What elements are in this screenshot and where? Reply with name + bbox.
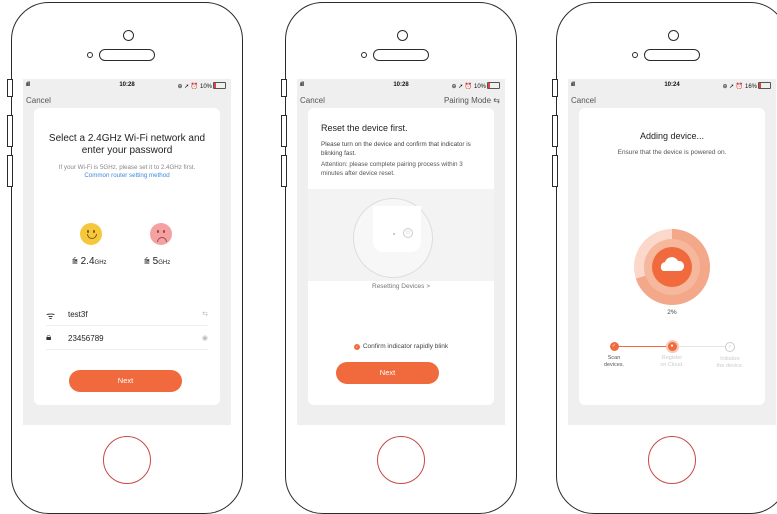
volume-down-button: [7, 155, 13, 187]
screen-adding-device: ıll 10:24 ⊕ ➚ ⏰ 16% Cancel Adding device…: [568, 79, 776, 425]
phone-frame-2: ıll 10:28 ⊕ ➚ ⏰ 10% Cancel Pairing Mode …: [281, 2, 517, 514]
screen-wifi-setup: ıll 10:28 ⊕ ➚ ⏰ 10% Cancel Select a 2.4G…: [23, 79, 231, 425]
adding-card: Adding device... Ensure that the device …: [579, 108, 765, 405]
switch-network-icon[interactable]: ⇆: [202, 310, 208, 318]
sad-face-icon: [150, 223, 172, 245]
next-button[interactable]: Next: [336, 362, 439, 384]
volume-up-button: [281, 115, 287, 147]
router-icon: ⩭: [144, 256, 153, 267]
device-image: ⏻: [373, 206, 421, 252]
power-icon: ⏻: [403, 228, 413, 238]
phone-frame-3: ıll 10:24 ⊕ ➚ ⏰ 16% Cancel Adding device…: [552, 2, 777, 514]
status-indicators: ⊕ ➚ ⏰ 16%: [722, 82, 771, 90]
router-setting-link[interactable]: Common router setting method: [34, 172, 220, 179]
step-register: ● Register on Cloud.: [660, 342, 684, 368]
band-5ghz: ⩭ 5GHz: [144, 256, 171, 267]
sensor: [87, 52, 93, 58]
progress-ring: [634, 229, 710, 305]
band-2-4ghz: ⩭ 2.4GHz: [72, 256, 107, 267]
battery-icon: [213, 82, 226, 89]
home-button[interactable]: [377, 436, 425, 484]
volume-down-button: [552, 155, 558, 187]
mute-switch: [281, 79, 287, 97]
pairing-mode-button[interactable]: Pairing Mode ⇆: [444, 96, 500, 105]
ssid-value: test3f: [68, 310, 88, 319]
wifi-icon: ᯤ: [46, 311, 56, 322]
battery-icon: [758, 82, 771, 89]
password-value: 23456789: [68, 334, 104, 343]
instruction-text: Please turn on the device and confirm th…: [321, 141, 471, 157]
router-icon: ⩭: [72, 256, 81, 267]
reset-card: Reset the device first. Please turn on t…: [308, 108, 494, 405]
eye-icon[interactable]: ◉: [202, 334, 208, 342]
status-bar: ıll 10:24 ⊕ ➚ ⏰ 16%: [568, 81, 776, 91]
page-title: Adding device...: [639, 131, 705, 141]
sensor: [632, 52, 638, 58]
indicator-led: [393, 233, 395, 235]
volume-down-button: [281, 155, 287, 187]
wifi-card: Select a 2.4GHz Wi-Fi network and enter …: [34, 108, 220, 405]
happy-face-icon: [80, 223, 102, 245]
next-button[interactable]: Next: [69, 370, 182, 392]
power-hint: Ensure that the device is powered on.: [617, 149, 727, 156]
home-button[interactable]: [648, 436, 696, 484]
sensor: [361, 52, 367, 58]
resetting-devices-link[interactable]: Resetting Devices >: [308, 283, 494, 290]
status-indicators: ⊕ ➚ ⏰ 10%: [451, 82, 500, 90]
progress-percent: 2%: [667, 309, 677, 316]
page-title: Select a 2.4GHz Wi-Fi network and enter …: [48, 133, 206, 156]
step-active-icon: ●: [667, 342, 677, 351]
nav-bar: Cancel: [23, 93, 231, 109]
ssid-field[interactable]: ᯤ test3f ⇆: [46, 305, 208, 326]
mute-switch: [552, 79, 558, 97]
status-bar: ıll 10:28 ⊕ ➚ ⏰ 10%: [297, 81, 505, 91]
password-field[interactable]: 🔒︎ 23456789 ◉: [46, 329, 208, 350]
step-scan: ✓ Scan devices.: [603, 342, 625, 368]
mute-switch: [7, 79, 13, 97]
status-bar: ıll 10:28 ⊕ ➚ ⏰ 10%: [23, 81, 231, 91]
front-camera: [123, 30, 134, 41]
cancel-button[interactable]: Cancel: [571, 96, 596, 105]
volume-up-button: [552, 115, 558, 147]
home-button[interactable]: [103, 436, 151, 484]
lock-icon: 🔒︎: [46, 332, 52, 343]
nav-bar: Cancel Pairing Mode ⇆: [297, 93, 505, 109]
screen-reset-device: ıll 10:28 ⊕ ➚ ⏰ 10% Cancel Pairing Mode …: [297, 79, 505, 425]
step-check-icon: ✓: [609, 342, 619, 351]
front-camera: [668, 30, 679, 41]
phone-frame-1: ıll 10:28 ⊕ ➚ ⏰ 10% Cancel Select a 2.4G…: [7, 2, 243, 514]
step-initialize: ✓ Initialize the device.: [716, 342, 744, 369]
step-pending-icon: ✓: [725, 342, 735, 352]
confirm-blink-checkbox[interactable]: ✓ Confirm indicator rapidly blink: [308, 343, 494, 350]
cancel-button[interactable]: Cancel: [26, 96, 51, 105]
page-title: Reset the device first.: [321, 123, 408, 133]
front-camera: [397, 30, 408, 41]
check-icon: ✓: [353, 344, 360, 350]
battery-icon: [487, 82, 500, 89]
earpiece-speaker: [99, 49, 155, 61]
earpiece-speaker: [373, 49, 429, 61]
nav-bar: Cancel: [568, 93, 776, 109]
status-indicators: ⊕ ➚ ⏰ 10%: [177, 82, 226, 90]
earpiece-speaker: [644, 49, 700, 61]
hint-text: If your Wi-Fi is 5GHz, please set it to …: [58, 164, 196, 171]
volume-up-button: [7, 115, 13, 147]
attention-text: Attention: please complete pairing proce…: [321, 161, 463, 177]
cancel-button[interactable]: Cancel: [300, 96, 325, 105]
device-illustration: ⏻: [308, 189, 494, 281]
